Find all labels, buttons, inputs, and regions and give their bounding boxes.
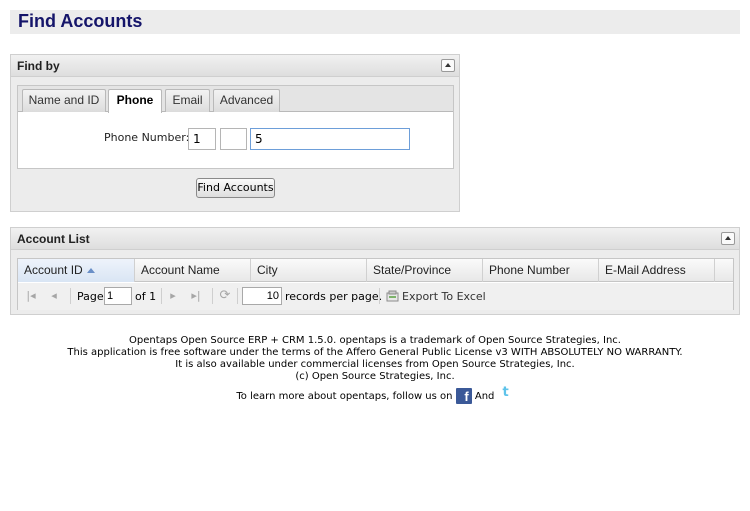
toolbar-separator bbox=[212, 288, 213, 304]
toolbar-separator bbox=[237, 288, 238, 304]
collapse-find-by-button[interactable] bbox=[441, 59, 455, 72]
footer-follow-line: To learn more about opentaps, follow us … bbox=[0, 385, 750, 404]
excel-export-icon[interactable] bbox=[386, 290, 399, 302]
twitter-icon[interactable]: t bbox=[498, 385, 514, 401]
phone-area-code-input[interactable] bbox=[220, 128, 247, 150]
footer-line-commercial: It is also available under commercial li… bbox=[175, 359, 575, 370]
grid-header-row: Account ID Account Name City State/Provi… bbox=[18, 259, 733, 282]
toolbar-separator bbox=[161, 288, 162, 304]
find-by-title: Find by bbox=[17, 59, 60, 73]
footer: Opentaps Open Source ERP + CRM 1.5.0. op… bbox=[0, 335, 750, 404]
column-label: Account ID bbox=[24, 263, 83, 277]
and-text: And bbox=[474, 391, 495, 402]
export-to-excel-link[interactable]: Export To Excel bbox=[402, 290, 486, 303]
account-list-panel: Account List Account ID Account Name Cit… bbox=[10, 227, 740, 315]
collapse-account-list-button[interactable] bbox=[721, 232, 735, 245]
footer-line-license: This application is free software under … bbox=[67, 347, 683, 358]
next-page-icon[interactable]: ▸ bbox=[167, 290, 179, 302]
page-title: Find Accounts bbox=[18, 11, 143, 31]
column-phone-number[interactable]: Phone Number bbox=[483, 259, 599, 282]
column-email-address[interactable]: E-Mail Address bbox=[599, 259, 715, 282]
tab-strip: Name and ID Phone Email Advanced bbox=[18, 86, 453, 113]
last-page-icon[interactable]: ▸| bbox=[190, 290, 202, 302]
follow-text: To learn more about opentaps, follow us … bbox=[236, 391, 453, 402]
column-account-id[interactable]: Account ID bbox=[18, 259, 135, 282]
first-page-icon[interactable]: |◂ bbox=[25, 290, 37, 302]
toolbar-separator bbox=[70, 288, 71, 304]
footer-line-trademark: Opentaps Open Source ERP + CRM 1.5.0. op… bbox=[129, 335, 621, 346]
phone-number-label: Phone Number: bbox=[104, 131, 190, 144]
sort-ascending-icon bbox=[86, 268, 95, 273]
find-by-header: Find by bbox=[11, 55, 459, 77]
column-state-province[interactable]: State/Province bbox=[367, 259, 483, 282]
prev-page-icon[interactable]: ◂ bbox=[48, 290, 60, 302]
find-by-panel: Find by Name and ID Phone Email Advanced… bbox=[10, 54, 460, 212]
page-title-bar: Find Accounts bbox=[10, 10, 740, 34]
account-list-title: Account List bbox=[17, 232, 90, 246]
tab-email[interactable]: Email bbox=[165, 89, 210, 112]
page-label: Page bbox=[77, 290, 104, 303]
column-city[interactable]: City bbox=[251, 259, 367, 282]
refresh-icon[interactable]: ⟳ bbox=[219, 289, 231, 302]
paging-toolbar: |◂ ◂ Page of 1 ▸ ▸| ⟳ records per page. … bbox=[18, 283, 733, 310]
account-list-header: Account List bbox=[11, 228, 739, 250]
account-grid: Account ID Account Name City State/Provi… bbox=[17, 258, 734, 310]
facebook-icon[interactable]: f bbox=[455, 388, 472, 404]
find-by-tabs: Name and ID Phone Email Advanced Phone N… bbox=[17, 85, 454, 169]
tab-advanced[interactable]: Advanced bbox=[213, 89, 280, 112]
toolbar-separator bbox=[379, 288, 380, 304]
records-per-page-label: records per page. bbox=[285, 290, 383, 303]
phone-country-code-input[interactable] bbox=[188, 128, 216, 150]
page-number-input[interactable] bbox=[104, 287, 132, 305]
page-count-label: of 1 bbox=[135, 290, 157, 303]
phone-number-input[interactable] bbox=[250, 128, 410, 150]
records-per-page-input[interactable] bbox=[242, 287, 282, 305]
footer-line-copyright: (c) Open Source Strategies, Inc. bbox=[295, 371, 455, 382]
tab-phone[interactable]: Phone bbox=[108, 89, 162, 113]
find-accounts-button[interactable]: Find Accounts bbox=[196, 178, 275, 198]
tab-name-and-id[interactable]: Name and ID bbox=[22, 89, 106, 112]
column-account-name[interactable]: Account Name bbox=[135, 259, 251, 282]
